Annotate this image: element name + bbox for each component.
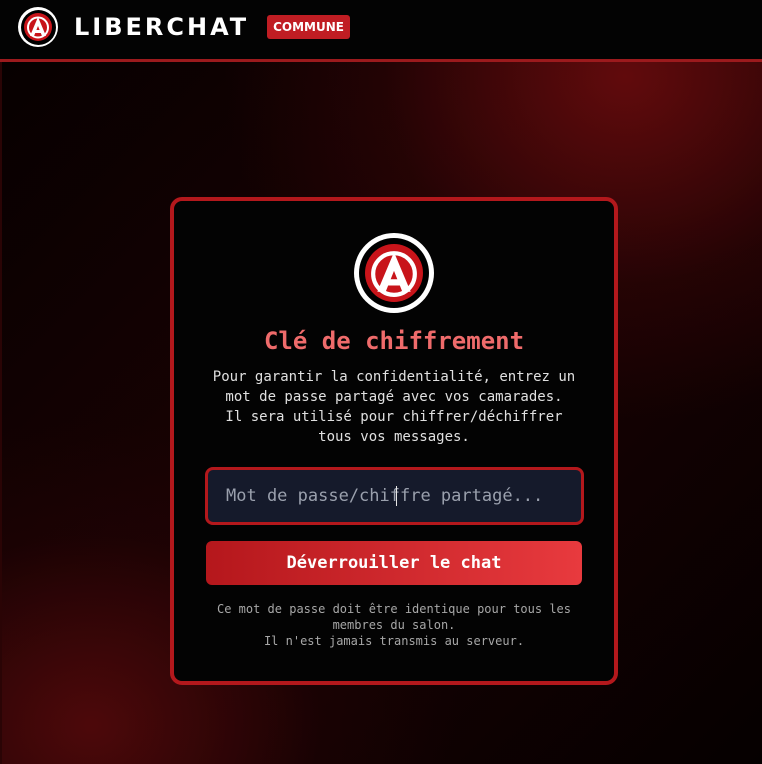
left-edge-line [0, 0, 2, 764]
anarchy-a-icon [354, 233, 434, 313]
commune-badge: COMMUNE [267, 15, 350, 39]
text-caret [396, 486, 397, 506]
anarchy-a-icon [18, 7, 58, 47]
card-description: Pour garantir la confidentialité, entrez… [212, 369, 576, 445]
encryption-key-card: Clé de chiffrement Pour garantir la conf… [170, 197, 618, 685]
shared-password-input[interactable] [208, 470, 581, 522]
card-title: Clé de chiffrement [263, 327, 525, 355]
app-background: LIBERCHAT COMMUNE Clé de chiffrement Pou… [0, 0, 762, 764]
app-brand: LIBERCHAT [74, 13, 250, 41]
password-note: Ce mot de passe doit être identique pour… [216, 602, 571, 648]
password-field-wrapper [205, 467, 584, 525]
top-bar: LIBERCHAT COMMUNE [0, 0, 762, 62]
unlock-chat-button[interactable]: Déverrouiller le chat [206, 541, 582, 585]
